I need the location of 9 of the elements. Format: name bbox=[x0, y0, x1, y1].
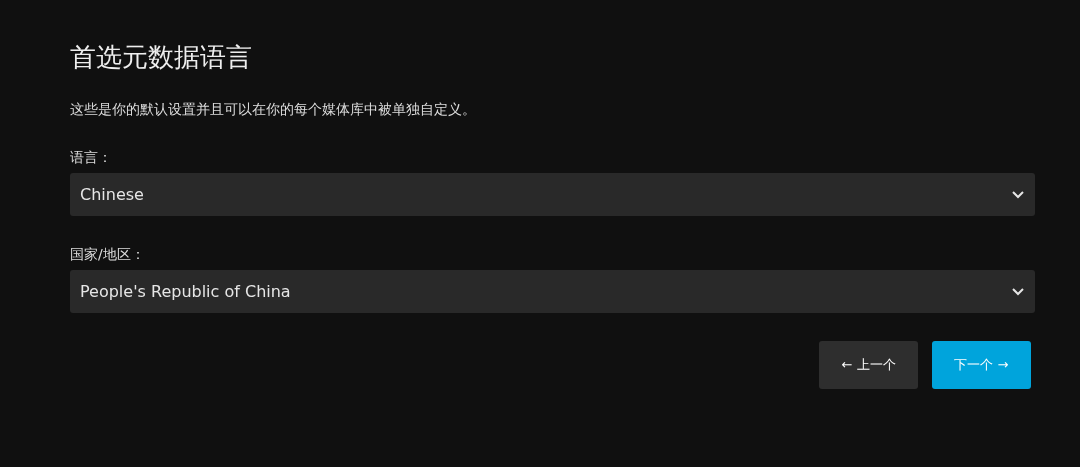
field-label: 国家/地区： bbox=[70, 246, 145, 264]
chevron-down-icon bbox=[1011, 286, 1025, 297]
field-label: 语言： bbox=[70, 149, 112, 167]
description-text: 这些是你的默认设置并且可以在你的每个媒体库中被单独自定义。 bbox=[70, 101, 477, 119]
dropdown-field[interactable]: Chinese bbox=[70, 173, 1035, 216]
chevron-down-icon bbox=[1011, 189, 1025, 200]
dropdown-field[interactable]: People's Republic of China bbox=[70, 270, 1035, 313]
previous-button[interactable]: ← 上一个 bbox=[819, 341, 918, 389]
page-title: 首选元数据语言 bbox=[70, 41, 253, 74]
